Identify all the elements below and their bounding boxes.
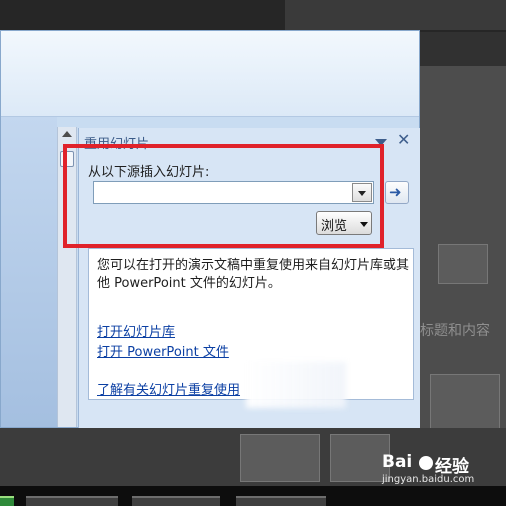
paw-icon — [419, 456, 433, 470]
learn-more-link[interactable]: 了解有关幻灯片重复使用 — [97, 379, 240, 398]
background-layout-thumbnail — [330, 434, 390, 482]
watermark-url: jingyan.baidu.com — [382, 474, 475, 485]
background-strip — [285, 0, 506, 30]
window-header-area — [1, 31, 419, 117]
background-layout-thumbnail — [438, 244, 488, 284]
taskbar-item[interactable] — [236, 496, 326, 506]
close-icon[interactable]: ✕ — [397, 131, 410, 149]
taskbar-item[interactable] — [132, 496, 220, 506]
background-slide-layout-area: 标题和内容 — [420, 66, 506, 486]
background-layout-label: 标题和内容 — [420, 323, 490, 339]
blurred-region — [246, 362, 346, 408]
background-layout-thumbnail — [240, 434, 320, 482]
info-text: 您可以在打开的演示文稿中重复使用来自幻灯片库或其他 PowerPoint 文件的… — [97, 258, 410, 291]
open-slide-library-link[interactable]: 打开幻灯片库 — [97, 321, 175, 340]
scroll-up-icon[interactable] — [61, 129, 73, 139]
open-powerpoint-file-link[interactable]: 打开 PowerPoint 文件 — [97, 341, 229, 360]
slides-panel — [1, 117, 57, 427]
highlight-box — [63, 144, 384, 248]
watermark: Bai 经验 jingyan.baidu.com — [382, 452, 506, 492]
taskbar-item[interactable] — [26, 496, 118, 506]
taskbar-item-active[interactable] — [0, 496, 14, 506]
arrow-right-icon: ➜ — [389, 183, 402, 201]
go-button[interactable]: ➜ — [385, 181, 409, 204]
watermark-brand-left: Bai — [382, 452, 413, 472]
